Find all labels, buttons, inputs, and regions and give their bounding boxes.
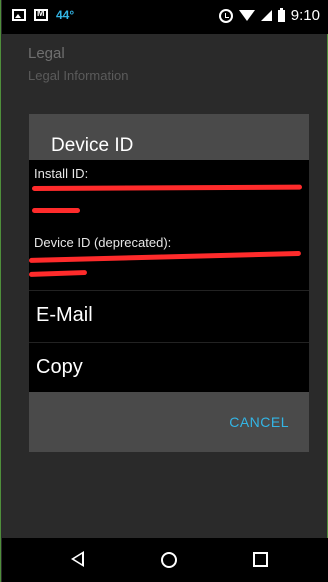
app-subtitle: Legal Information: [28, 68, 129, 83]
wifi-icon: [238, 10, 255, 21]
device-id-redaction-2: [28, 269, 88, 277]
mail-icon: [34, 8, 48, 21]
back-icon[interactable]: [71, 551, 84, 567]
battery-icon: [277, 7, 285, 22]
email-option[interactable]: E-Mail: [29, 291, 309, 339]
email-option-label: E-Mail: [36, 304, 93, 326]
device-id-redaction: [28, 250, 301, 263]
copy-option[interactable]: Copy: [29, 343, 309, 391]
copy-option-label: Copy: [36, 356, 83, 378]
temperature-text: 44°: [56, 8, 75, 22]
status-left: 44°: [12, 8, 74, 22]
clock-time: 9:10: [290, 7, 320, 24]
dialog-title-bar: Device ID: [29, 114, 309, 160]
cancel-button[interactable]: CANCEL: [229, 414, 289, 430]
image-icon: [12, 9, 26, 21]
signal-icon: [260, 10, 272, 21]
navigation-bar: [2, 538, 328, 582]
dialog-footer: CANCEL: [29, 392, 309, 452]
dialog-title: Device ID: [51, 135, 134, 156]
install-id-redaction: [31, 184, 303, 191]
install-id-label: Install ID:: [34, 166, 89, 181]
recents-icon[interactable]: [253, 552, 268, 567]
app-title: Legal: [28, 45, 65, 62]
device-screen: 44° 9:10 Legal Legal Information Device …: [0, 0, 328, 582]
status-right: 9:10: [218, 7, 320, 24]
dialog-content: Install ID: Device ID (deprecated): E-Ma…: [28, 160, 309, 392]
home-icon[interactable]: [161, 552, 177, 568]
alarm-icon: [218, 8, 233, 23]
device-id-dialog: Device ID Install ID: Device ID (depreca…: [28, 114, 309, 452]
device-id-label: Device ID (deprecated):: [34, 235, 172, 250]
app-header: Legal Legal Information: [28, 45, 128, 83]
install-id-redaction-2: [32, 208, 80, 213]
status-bar: 44° 9:10: [2, 0, 328, 34]
